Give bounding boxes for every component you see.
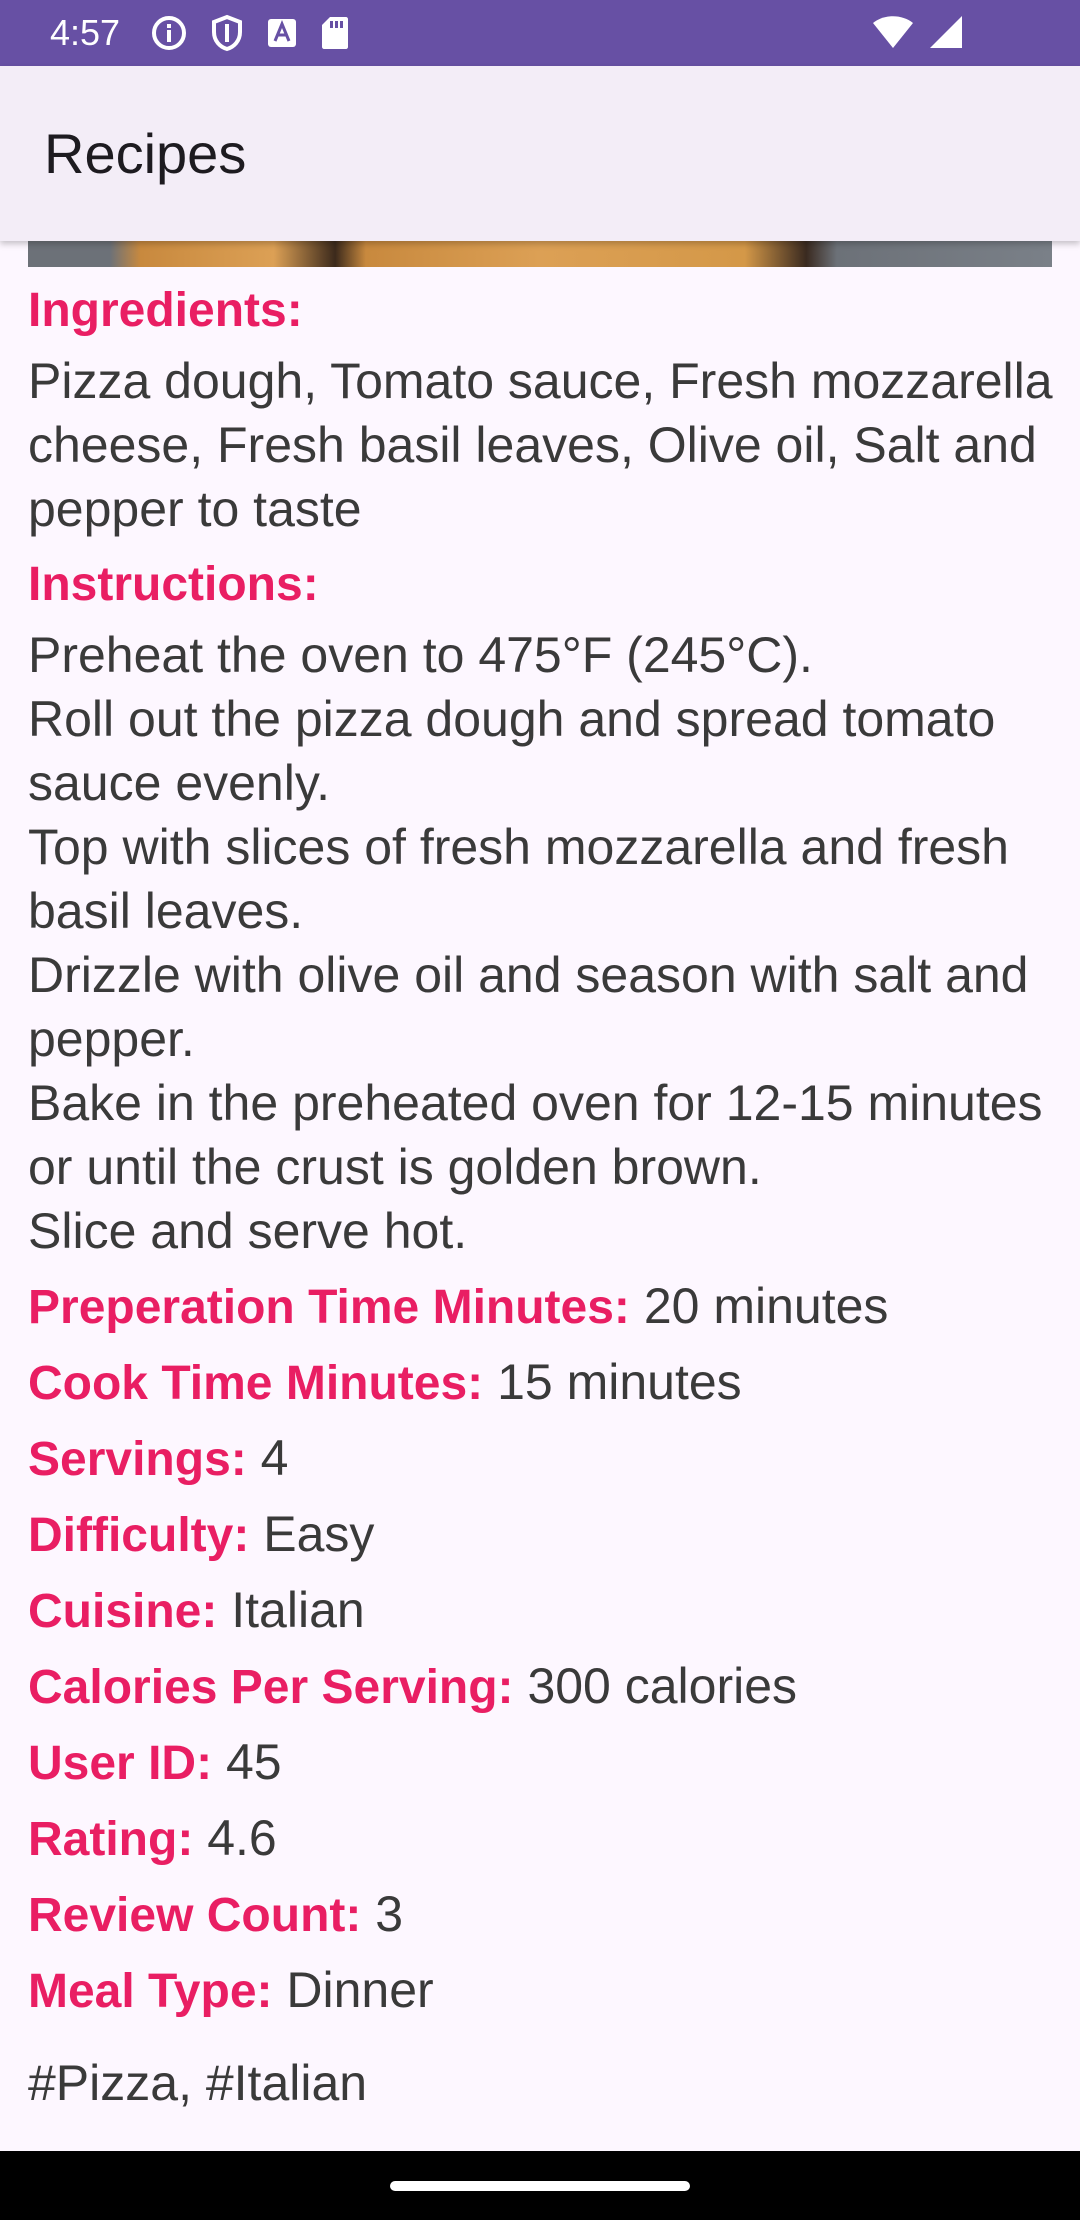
review-count-value: 3 (375, 1886, 404, 1942)
ingredients-text: Pizza dough, Tomato sauce, Fresh mozzare… (28, 353, 1053, 537)
meal-type-label: Meal Type: (28, 1965, 273, 2018)
rating-label: Rating: (28, 1813, 194, 1866)
user-id-value: 45 (225, 1734, 282, 1790)
servings-value: 4 (260, 1430, 289, 1486)
status-icons-right (872, 14, 964, 50)
instructions-text: Preheat the oven to 475°F (245°C). Roll … (28, 623, 1058, 1263)
meal-type-row: Meal Type: Dinner (28, 1953, 1058, 2029)
app-bar: Recipes (0, 66, 1080, 241)
calories-value: 300 calories (527, 1658, 798, 1714)
prep-time-value: 20 minutes (643, 1278, 889, 1334)
home-indicator[interactable] (390, 2181, 690, 2191)
calories-row: Calories Per Serving: 300 calories (28, 1649, 1058, 1725)
cuisine-value: Italian (231, 1582, 365, 1638)
recipe-fields: Preperation Time Minutes: 20 minutes Coo… (28, 1269, 1058, 2029)
recipe-details: Ingredients: Pizza dough, Tomato sauce, … (28, 277, 1058, 2115)
recipe-image (28, 241, 1052, 267)
servings-label: Servings: (28, 1433, 247, 1486)
status-bar: 4:57 (0, 0, 1080, 66)
instruction-step: Preheat the oven to 475°F (245°C). (28, 627, 813, 683)
rating-value: 4.6 (207, 1810, 277, 1866)
status-icons-left (150, 14, 350, 52)
prep-time-row: Preperation Time Minutes: 20 minutes (28, 1269, 1058, 1345)
difficulty-label: Difficulty: (28, 1509, 250, 1562)
instruction-step: Top with slices of fresh mozzarella and … (28, 819, 1009, 939)
calories-label: Calories Per Serving: (28, 1661, 514, 1714)
cook-time-row: Cook Time Minutes: 15 minutes (28, 1345, 1058, 1421)
user-id-row: User ID: 45 (28, 1725, 1058, 1801)
recipe-detail-scroll[interactable]: Ingredients: Pizza dough, Tomato sauce, … (0, 241, 1080, 2151)
review-count-row: Review Count: 3 (28, 1877, 1058, 1953)
instruction-step: Slice and serve hot. (28, 1203, 468, 1259)
instruction-step: Bake in the preheated oven for 12-15 min… (28, 1075, 1043, 1195)
status-time: 4:57 (50, 12, 121, 53)
cook-time-label: Cook Time Minutes: (28, 1357, 484, 1410)
user-id-label: User ID: (28, 1737, 213, 1790)
servings-row: Servings: 4 (28, 1421, 1058, 1497)
difficulty-value: Easy (263, 1506, 375, 1562)
info-icon (150, 14, 188, 52)
difficulty-row: Difficulty: Easy (28, 1497, 1058, 1573)
review-count-label: Review Count: (28, 1889, 362, 1942)
prep-time-label: Preperation Time Minutes: (28, 1281, 630, 1334)
signal-icon (928, 14, 964, 50)
instructions-heading: Instructions: (28, 558, 319, 611)
cuisine-label: Cuisine: (28, 1585, 218, 1638)
wifi-icon (872, 14, 914, 50)
app-title: Recipes (44, 122, 247, 185)
cook-time-value: 15 minutes (497, 1354, 742, 1410)
ingredients-heading: Ingredients: (28, 284, 303, 337)
instruction-step: Drizzle with olive oil and season with s… (28, 947, 1029, 1067)
meal-type-value: Dinner (286, 1962, 434, 2018)
font-icon (266, 17, 298, 49)
cuisine-row: Cuisine: Italian (28, 1573, 1058, 1649)
recipe-tags: #Pizza, #Italian (28, 2055, 368, 2111)
navigation-bar (0, 2151, 1080, 2220)
shield-icon (210, 14, 244, 52)
sd-card-icon (320, 15, 350, 51)
rating-row: Rating: 4.6 (28, 1801, 1058, 1877)
instruction-step: Roll out the pizza dough and spread toma… (28, 691, 996, 811)
